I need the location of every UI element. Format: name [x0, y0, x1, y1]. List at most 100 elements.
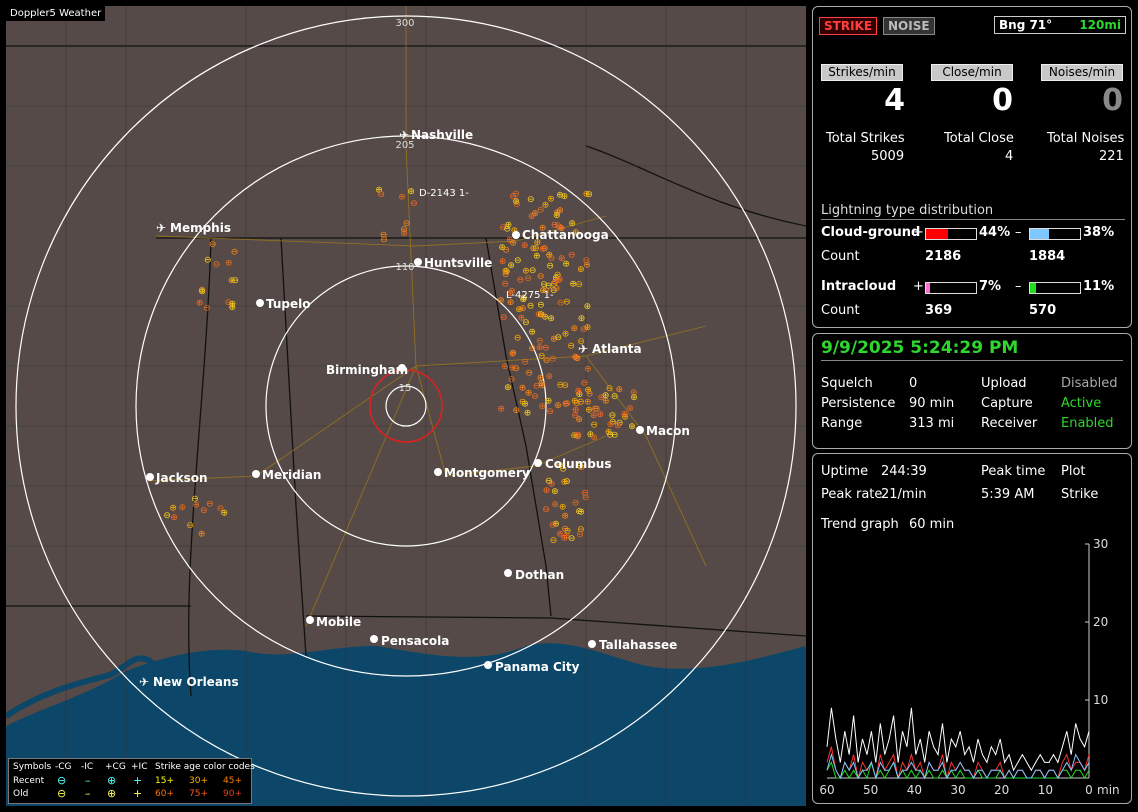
strike-marker: ⊖	[204, 255, 212, 265]
cg-negative-count: 1884	[1029, 249, 1066, 264]
total-close-value: 4	[1005, 149, 1014, 164]
strike-marker: ⊕	[528, 212, 536, 222]
svg-text:Huntsville: Huntsville	[424, 256, 492, 270]
ic-positive-pct: 7%	[979, 279, 1002, 294]
strike-marker: ⊕	[221, 508, 229, 518]
strike-marker: ⊕	[551, 500, 559, 510]
strike-marker: ⊕	[536, 343, 544, 353]
map-canvas[interactable]: 300 205 110 15 ⊕⊖⊖⊕⊕⊖⊕⊕⊕⊖⊖⊕⊖⊕⊖⊕⊕⊕⊖⊖⊕⊖⊕⊖⊕…	[6, 6, 806, 806]
trend-y-tick-label: 10	[1093, 693, 1108, 707]
svg-text:Pensacola: Pensacola	[381, 634, 449, 648]
strike-marker: ⊖	[537, 300, 545, 310]
city-birmingham: Birmingham	[326, 363, 408, 377]
strike-mode-button[interactable]: STRIKE	[819, 17, 878, 35]
city-atlanta: Atlanta ✈	[578, 342, 642, 356]
lightning-map[interactable]: 300 205 110 15 ⊕ ⊖ ⊖ ⊕ ⊕ ⊖ ⊕ ⊕ ⊕ ⊖ ⊖ ⊕ ⊖ ⊕ ⊖ ⊕ ⊕ ⊕ ⊖ ⊖ ⊕ ⊖ ⊕ ⊖ ⊕…	[6, 6, 806, 806]
strike-marker: ⊕	[519, 304, 527, 314]
trend-series-line	[826, 707, 1090, 772]
strike-marker: ⊕	[229, 299, 237, 309]
strike-marker: ⊖	[583, 256, 591, 266]
squelch-value: 0	[909, 376, 918, 391]
close-per-min-button[interactable]: Close/min	[931, 64, 1013, 81]
close-per-min-value: 0	[992, 83, 1013, 118]
strike-marker: ⊖	[575, 280, 583, 290]
strike-marker: ⊕	[507, 261, 515, 271]
peak-rate-label: Peak rate	[821, 487, 883, 502]
strike-stats-panel: STRIKE NOISE Bng 71° 120mi Strikes/min C…	[812, 6, 1132, 328]
strike-marker: ⊖	[533, 381, 541, 391]
trend-panel: Uptime 244:39 Peak time Plot Peak rate 2…	[812, 453, 1132, 804]
persistence-label: Persistence	[821, 396, 896, 411]
trend-x-tick-label: 20	[994, 783, 1009, 797]
strike-marker: ⊕	[521, 241, 529, 251]
strike-marker: ⊖	[586, 390, 594, 400]
receiver-label: Receiver	[981, 416, 1038, 431]
strike-marker: ⊕	[628, 422, 636, 432]
strike-marker: ⊖	[191, 495, 199, 505]
ic-negative-pct: 11%	[1083, 279, 1115, 294]
svg-text:✈: ✈	[399, 128, 409, 142]
distribution-divider	[821, 219, 1125, 220]
strike-marker: ⊕	[562, 330, 570, 340]
svg-text:Dothan: Dothan	[515, 568, 564, 582]
cloud-ground-label: Cloud-ground	[821, 225, 921, 240]
ic-count-label: Count	[821, 303, 860, 318]
legend-neg-ic-recent-icon: –	[85, 774, 91, 787]
strike-marker: ⊕	[571, 396, 579, 406]
strikes-per-min-value: 4	[884, 83, 905, 118]
strike-marker: ⊕	[577, 265, 585, 275]
strike-marker: ⊖	[380, 235, 388, 245]
strike-marker: ⊖	[528, 344, 536, 354]
legend-col-pos-ic: +IC	[131, 762, 148, 772]
cg-positive-pct: 44%	[979, 225, 1011, 240]
ic-plus-sign: +	[913, 279, 924, 294]
svg-text:Tupelo: Tupelo	[266, 297, 311, 311]
city-columbus: Columbus	[534, 457, 612, 471]
city-tallahassee: Tallahassee	[588, 638, 677, 652]
svg-text:New Orleans: New Orleans	[153, 675, 239, 689]
plot-value[interactable]: Strike	[1061, 487, 1098, 502]
strike-marker: ⊖	[563, 399, 571, 409]
strike-marker: ⊖	[577, 508, 585, 518]
city-chattanooga: Chattanooga	[512, 228, 609, 242]
intracloud-label: Intracloud	[821, 279, 897, 294]
trend-lines	[826, 707, 1090, 780]
upload-label: Upload	[981, 376, 1027, 391]
strike-marker: ⊕	[497, 296, 505, 306]
storm-track-label-1: D-2143 1-	[419, 188, 469, 199]
city-panama-city: Panama City	[484, 660, 580, 674]
trend-x-tick-label: 40	[907, 783, 922, 797]
strike-marker: ⊕	[574, 432, 582, 442]
strike-marker: ⊖	[504, 225, 512, 235]
trend-x-tick-label: 30	[950, 783, 965, 797]
total-strikes-value: 5009	[871, 149, 905, 164]
noise-mode-button[interactable]: NOISE	[883, 17, 935, 35]
receiver-value: Enabled	[1061, 416, 1114, 431]
legend-age-30: 30+	[189, 776, 208, 786]
city-meridian: Meridian	[252, 468, 321, 482]
trend-x-tick-label: 60	[819, 783, 834, 797]
strike-marker: ⊖	[231, 247, 239, 257]
peak-rate-value: 21/min	[881, 487, 927, 502]
strike-marker: ⊕	[545, 397, 553, 407]
strike-marker: ⊕	[499, 257, 507, 267]
strike-marker: ⊖	[531, 392, 539, 402]
strikes-per-min-button[interactable]: Strikes/min	[821, 64, 903, 81]
capture-label: Capture	[981, 396, 1033, 411]
strike-marker: ⊖	[509, 348, 517, 358]
ic-minus-sign: –	[1015, 279, 1022, 294]
strike-marker: ⊖	[410, 199, 418, 209]
cg-count-label: Count	[821, 249, 860, 264]
strike-marker: ⊖	[186, 521, 194, 531]
map-title: Doppler5 Weather	[6, 6, 106, 21]
legend-age-label: Strike age color codes	[155, 762, 255, 772]
noises-per-min-button[interactable]: Noises/min	[1041, 64, 1123, 81]
svg-text:✈: ✈	[139, 675, 149, 689]
strike-marker: ⊕	[170, 513, 178, 523]
svg-text:Panama City: Panama City	[495, 660, 580, 674]
cg-negative-pct: 38%	[1083, 225, 1115, 240]
svg-text:✈: ✈	[578, 342, 588, 356]
strike-marker: ⊕	[198, 287, 206, 297]
trend-y-tick-label: 30	[1093, 537, 1108, 551]
strike-marker: ⊕	[602, 391, 610, 401]
